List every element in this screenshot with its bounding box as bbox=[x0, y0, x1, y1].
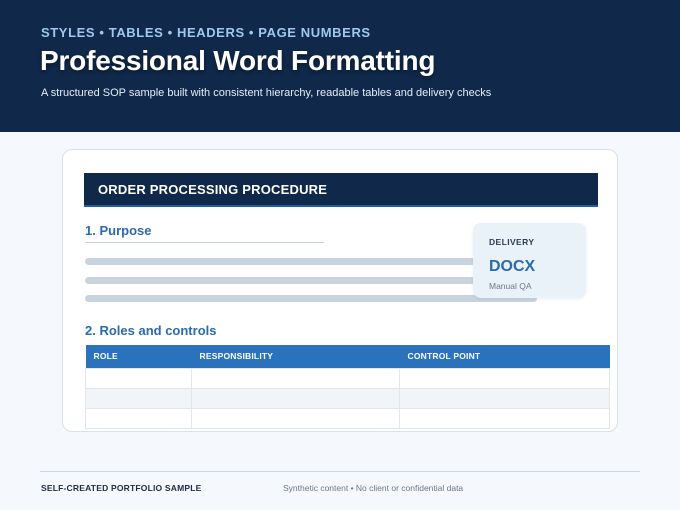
hero-banner: STYLES • TABLES • HEADERS • PAGE NUMBERS… bbox=[0, 0, 680, 132]
table-row bbox=[85, 387, 610, 409]
delivery-note: Manual QA bbox=[489, 281, 532, 291]
document-title: ORDER PROCESSING PROCEDURE bbox=[98, 182, 328, 197]
placeholder-text-line bbox=[85, 258, 537, 265]
page-title: Professional Word Formatting bbox=[40, 45, 436, 76]
table-header-row: ROLE RESPONSIBILITY CONTROL POINT bbox=[85, 345, 610, 368]
section-underline bbox=[85, 242, 324, 243]
column-header-responsibility: RESPONSIBILITY bbox=[191, 345, 400, 368]
table-cell bbox=[85, 407, 192, 429]
delivery-format: DOCX bbox=[489, 258, 536, 275]
placeholder-text-line bbox=[85, 295, 537, 302]
table-row bbox=[85, 407, 610, 429]
table-cell bbox=[399, 387, 610, 409]
column-header-role: ROLE bbox=[85, 345, 192, 368]
footer-disclaimer: Synthetic content • No client or confide… bbox=[283, 483, 464, 493]
hero-subtitle: A structured SOP sample built with consi… bbox=[41, 87, 492, 99]
hero-kicker: STYLES • TABLES • HEADERS • PAGE NUMBERS bbox=[41, 25, 371, 40]
placeholder-text-line bbox=[85, 277, 537, 284]
table-cell bbox=[191, 367, 400, 389]
document-preview-card: ORDER PROCESSING PROCEDURE 1. Purpose DE… bbox=[62, 149, 618, 432]
table-cell bbox=[191, 387, 400, 409]
table-cell bbox=[399, 407, 610, 429]
footer-divider bbox=[40, 471, 640, 472]
table-cell bbox=[191, 407, 400, 429]
table-cell bbox=[85, 387, 192, 409]
roles-table: ROLE RESPONSIBILITY CONTROL POINT bbox=[85, 345, 610, 429]
table-cell bbox=[399, 367, 610, 389]
document-title-banner: ORDER PROCESSING PROCEDURE bbox=[84, 173, 598, 207]
table-cell bbox=[85, 367, 192, 389]
table-row bbox=[85, 367, 610, 389]
column-header-control-point: CONTROL POINT bbox=[399, 345, 610, 368]
footer-label: SELF-CREATED PORTFOLIO SAMPLE bbox=[41, 483, 202, 493]
delivery-label: DELIVERY bbox=[489, 237, 535, 247]
delivery-callout: DELIVERY DOCX Manual QA bbox=[473, 223, 586, 298]
section-heading-roles: 2. Roles and controls bbox=[85, 323, 217, 338]
section-heading-purpose: 1. Purpose bbox=[85, 223, 152, 238]
